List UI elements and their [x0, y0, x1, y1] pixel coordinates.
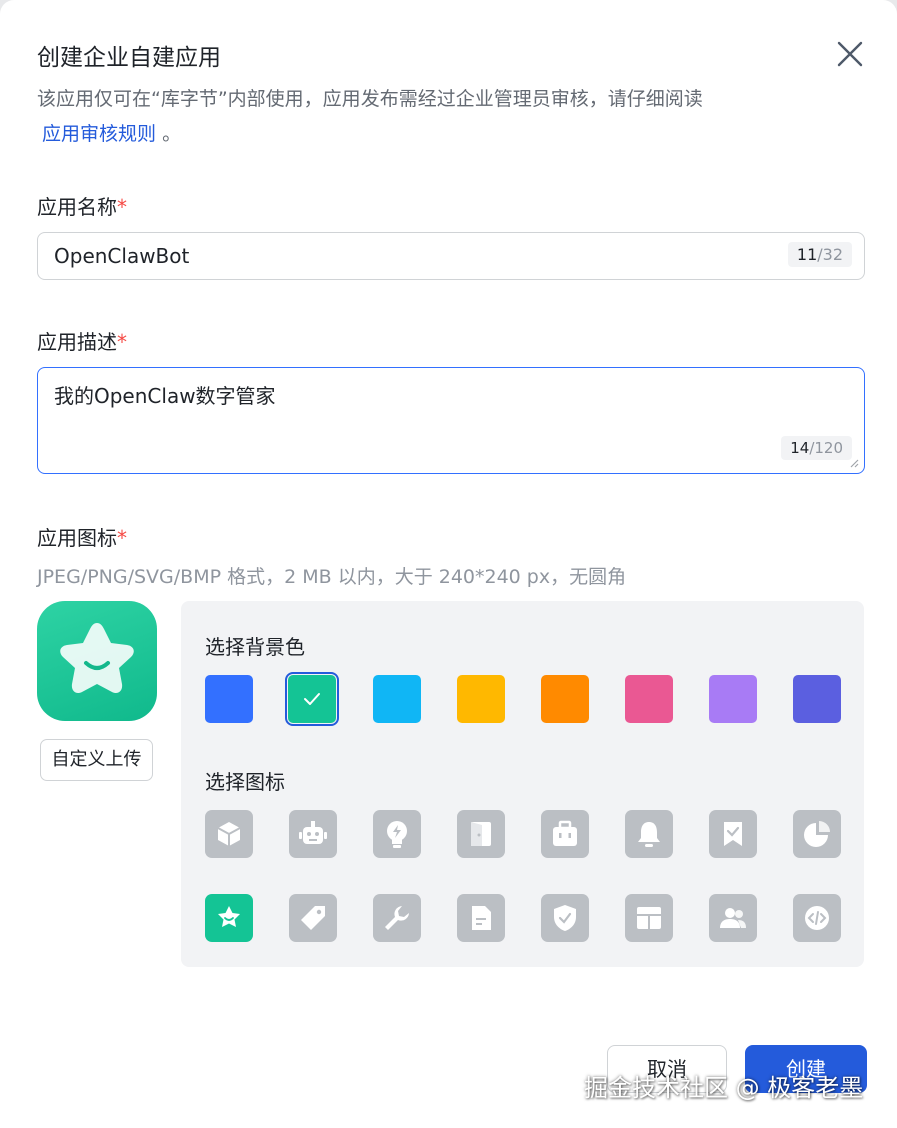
app-name-value: OpenClawBot — [54, 244, 190, 268]
star-icon — [218, 906, 240, 927]
cancel-button[interactable]: 取消 — [607, 1045, 727, 1093]
review-rules-link[interactable]: 应用审核规则 — [37, 123, 156, 145]
color-swatch-green[interactable] — [285, 672, 339, 726]
icon-option-briefcase[interactable] — [541, 810, 589, 858]
layout-icon — [637, 907, 661, 929]
icon-option-cube[interactable] — [205, 810, 253, 858]
icon-option-layout[interactable] — [625, 894, 673, 942]
app-icon-label: 应用图标* — [37, 522, 127, 551]
app-desc-counter: 14/120 — [781, 436, 852, 460]
app-icon-label-text: 应用图标 — [37, 526, 117, 550]
icon-picker-panel: 选择背景色 选择图标 — [181, 601, 864, 967]
robot-icon — [299, 821, 327, 844]
color-swatch-yellow[interactable] — [457, 675, 505, 723]
app-desc-label-text: 应用描述 — [37, 330, 117, 354]
create-button[interactable]: 创建 — [745, 1045, 867, 1093]
icon-option-bookmark[interactable] — [709, 810, 757, 858]
color-swatch-blue[interactable] — [205, 675, 253, 723]
people-icon — [720, 908, 746, 928]
code-icon — [805, 906, 829, 930]
app-icon-preview — [37, 601, 157, 721]
app-name-max: /32 — [817, 245, 843, 264]
tag-icon — [301, 906, 325, 930]
icon-option-wrench[interactable] — [373, 894, 421, 942]
icon-option-people[interactable] — [709, 894, 757, 942]
door-icon — [471, 822, 491, 846]
app-desc-value: 我的OpenClaw数字管家 — [54, 384, 276, 408]
close-icon[interactable] — [834, 38, 866, 70]
color-swatch-purple[interactable] — [709, 675, 757, 723]
bg-color-title: 选择背景色 — [205, 635, 305, 659]
color-swatch-indigo[interactable] — [793, 675, 841, 723]
icon-option-document[interactable] — [457, 894, 505, 942]
icon-option-pie-chart[interactable] — [793, 810, 841, 858]
icon-option-star[interactable] — [205, 894, 253, 942]
icon-select-title: 选择图标 — [205, 770, 285, 794]
app-name-counter: 11/32 — [787, 242, 852, 267]
briefcase-icon — [553, 820, 577, 846]
icon-option-shield[interactable] — [541, 894, 589, 942]
required-mark: * — [117, 526, 127, 550]
icon-option-bell[interactable] — [625, 810, 673, 858]
app-name-label-text: 应用名称 — [37, 195, 117, 219]
app-name-label: 应用名称* — [37, 191, 127, 220]
required-mark: * — [117, 195, 127, 219]
required-mark: * — [117, 330, 127, 354]
cube-icon — [217, 822, 241, 846]
icon-format-hint: JPEG/PNG/SVG/BMP 格式，2 MB 以内，大于 240*240 p… — [37, 566, 627, 588]
color-swatch-pink[interactable] — [625, 675, 673, 723]
pie-chart-icon — [804, 821, 830, 847]
create-app-dialog: 创建企业自建应用 该应用仅可在“库字节”内部使用，应用发布需经过企业管理员审核，… — [0, 0, 897, 1128]
icon-option-tag[interactable] — [289, 894, 337, 942]
custom-upload-button[interactable]: 自定义上传 — [40, 739, 153, 781]
star-icon — [60, 623, 134, 694]
app-name-input[interactable]: OpenClawBot 11/32 — [37, 232, 865, 280]
wrench-icon — [385, 906, 409, 930]
icon-option-code[interactable] — [793, 894, 841, 942]
color-swatch-cyan[interactable] — [373, 675, 421, 723]
bookmark-icon — [724, 822, 742, 846]
description-suffix: 。 — [162, 123, 182, 145]
color-swatch-orange[interactable] — [541, 675, 589, 723]
dialog-description-line2: 应用审核规则 。 — [37, 119, 181, 146]
icon-option-robot[interactable] — [289, 810, 337, 858]
icon-option-door[interactable] — [457, 810, 505, 858]
icon-option-lightbulb[interactable] — [373, 810, 421, 858]
resize-handle-icon[interactable] — [849, 458, 859, 468]
document-icon — [472, 906, 491, 930]
app-desc-max: /120 — [809, 439, 843, 457]
shield-icon — [554, 905, 576, 931]
check-icon — [304, 693, 320, 705]
bell-icon — [638, 822, 660, 847]
lightbulb-icon — [387, 821, 407, 848]
app-desc-count: 14 — [790, 439, 810, 457]
dialog-description: 该应用仅可在“库字节”内部使用，应用发布需经过企业管理员审核，请仔细阅读 — [37, 88, 703, 110]
app-desc-label: 应用描述* — [37, 326, 127, 355]
app-desc-textarea[interactable]: 我的OpenClaw数字管家 14/120 — [37, 367, 865, 474]
app-name-count: 11 — [796, 245, 818, 264]
dialog-title: 创建企业自建应用 — [37, 45, 221, 71]
